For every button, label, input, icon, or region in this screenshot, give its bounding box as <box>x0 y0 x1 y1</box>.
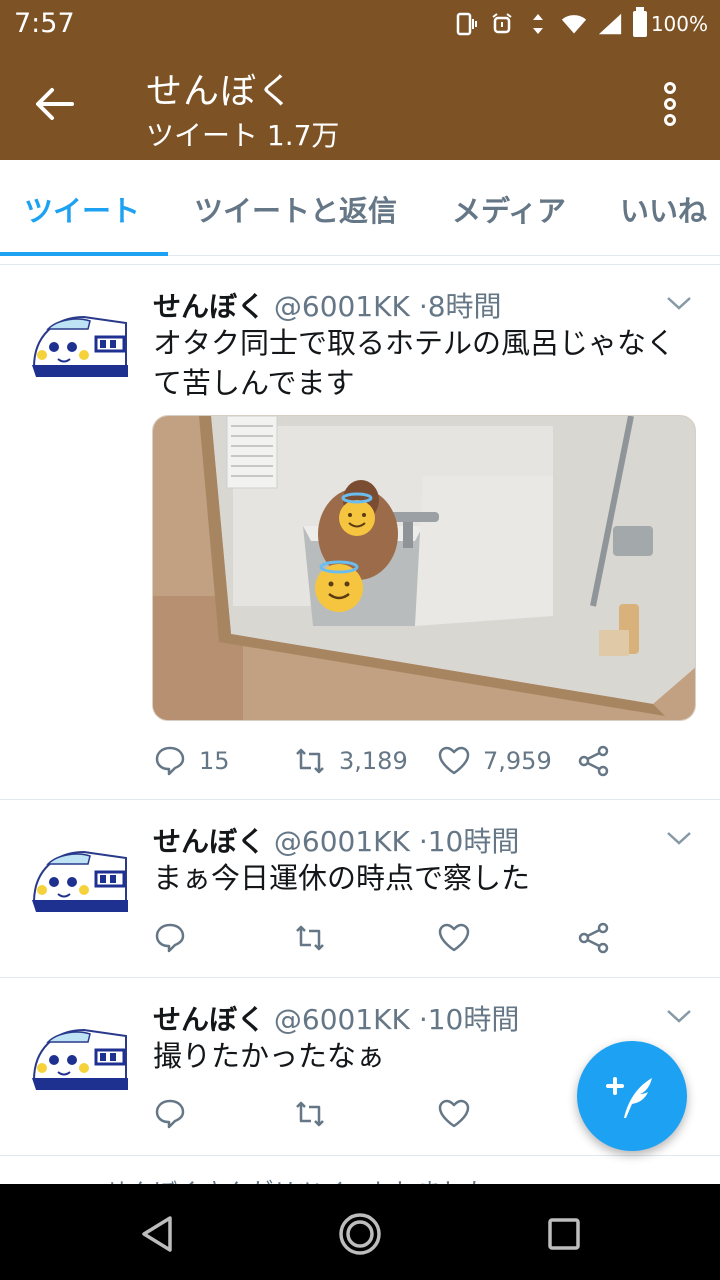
tab-media[interactable]: メディア <box>452 188 566 230</box>
author-name[interactable]: せんぼく <box>153 825 265 858</box>
alarm-icon <box>489 10 515 38</box>
tweet-time: 8時間 <box>427 290 502 323</box>
like-button[interactable]: 7,959 <box>437 741 552 781</box>
compose-tweet-icon <box>606 1077 652 1118</box>
retweet-icon <box>296 1101 324 1127</box>
retweet-context-text: せんぼくさんがリツイートしました <box>105 1172 489 1184</box>
reply-button[interactable] <box>153 918 187 958</box>
like-count: 7,959 <box>483 747 552 775</box>
author-name[interactable]: せんぼく <box>153 1003 265 1036</box>
caret-down-icon[interactable] <box>666 1008 692 1024</box>
retweet-button[interactable]: 3,189 <box>293 741 408 781</box>
compose-tweet-button[interactable] <box>577 1041 687 1151</box>
tweet-time: 10時間 <box>427 1003 520 1036</box>
tab-tweets[interactable]: ツイート <box>24 188 140 230</box>
separator-dot: · <box>418 290 428 323</box>
tweet-header: せんぼく @6001KK ·8時間 <box>153 285 502 325</box>
system-nav-bar <box>0 1184 720 1280</box>
retweet-icon <box>296 925 324 951</box>
tweet-count: ツイート 1.7万 <box>146 119 340 152</box>
tweet-actions <box>153 918 623 958</box>
avatar[interactable] <box>28 307 132 387</box>
status-bar: 7:57 100% <box>0 0 720 48</box>
retweet-button[interactable] <box>293 918 327 958</box>
tweet-item[interactable]: せんぼく @6001KK ·8時間 オタク同士で取るホテルの風呂じゃなくて苦しん… <box>0 265 720 800</box>
share-button[interactable] <box>577 918 611 958</box>
avatar[interactable] <box>28 1020 132 1100</box>
nav-home-icon[interactable] <box>338 1212 382 1256</box>
reply-button[interactable]: 15 <box>153 741 230 781</box>
caret-down-icon[interactable] <box>666 830 692 846</box>
back-arrow-icon[interactable] <box>30 82 80 126</box>
profile-tabs: ツイート ツイートと返信 メディア いいね <box>0 160 720 256</box>
tweet-item[interactable]: せんぼく @6001KK ·10時間 まぁ今日運休の時点で察した <box>0 800 720 978</box>
retweet-button[interactable] <box>293 1094 327 1134</box>
like-icon <box>438 746 470 775</box>
nav-back-icon[interactable] <box>136 1212 180 1256</box>
retweet-icon <box>296 748 324 774</box>
tweet-actions <box>153 1094 623 1134</box>
reply-icon <box>155 746 185 776</box>
nav-recents-icon[interactable] <box>542 1212 586 1256</box>
tweet-photo[interactable] <box>152 415 696 721</box>
like-button[interactable] <box>437 1094 471 1134</box>
share-icon <box>578 922 609 954</box>
profile-title: せんぼく <box>146 71 295 112</box>
battery-percent: 100% <box>650 12 708 36</box>
reply-count: 15 <box>199 747 230 775</box>
tweet-time: 10時間 <box>427 825 520 858</box>
vibrate-icon <box>453 10 479 38</box>
reply-icon <box>155 923 185 953</box>
tweet-header: せんぼく @6001KK ·10時間 <box>153 820 519 860</box>
retweet-context: せんぼくさんがリツイートしました <box>0 1168 720 1184</box>
author-handle: @6001KK <box>273 825 410 858</box>
active-tab-indicator <box>0 252 168 256</box>
more-vert-icon[interactable] <box>660 82 680 126</box>
avatar[interactable] <box>28 842 132 922</box>
status-time: 7:57 <box>14 8 75 39</box>
signal-icon <box>597 10 623 38</box>
caret-down-icon[interactable] <box>666 295 692 311</box>
battery-icon <box>632 7 647 37</box>
author-handle: @6001KK <box>273 1003 410 1036</box>
retweet-count: 3,189 <box>339 747 408 775</box>
share-icon <box>578 745 609 777</box>
reply-button[interactable] <box>153 1094 187 1134</box>
data-arrows-icon <box>525 10 551 38</box>
tab-tweets-and-replies[interactable]: ツイートと返信 <box>194 188 397 230</box>
share-button[interactable] <box>577 741 611 781</box>
like-button[interactable] <box>437 918 471 958</box>
tab-likes[interactable]: いいね <box>620 188 707 230</box>
wifi-icon <box>561 10 587 38</box>
tweet-actions: 15 3,189 7,959 <box>153 741 623 781</box>
separator-dot: · <box>418 1003 428 1036</box>
tweet-text: まぁ今日運休の時点で察した <box>153 861 531 895</box>
battery-indicator: 100% <box>632 7 708 37</box>
author-name[interactable]: せんぼく <box>153 290 265 323</box>
profile-app-bar: せんぼく ツイート 1.7万 <box>0 48 720 160</box>
like-icon <box>438 1099 470 1128</box>
like-icon <box>438 923 470 952</box>
separator-dot: · <box>418 825 428 858</box>
reply-icon <box>155 1099 185 1129</box>
tweet-text: オタク同士で取るホテルの風呂じゃなくて苦しんでます <box>153 326 676 400</box>
author-handle: @6001KK <box>273 290 410 323</box>
tweet-header: せんぼく @6001KK ·10時間 <box>153 998 519 1038</box>
